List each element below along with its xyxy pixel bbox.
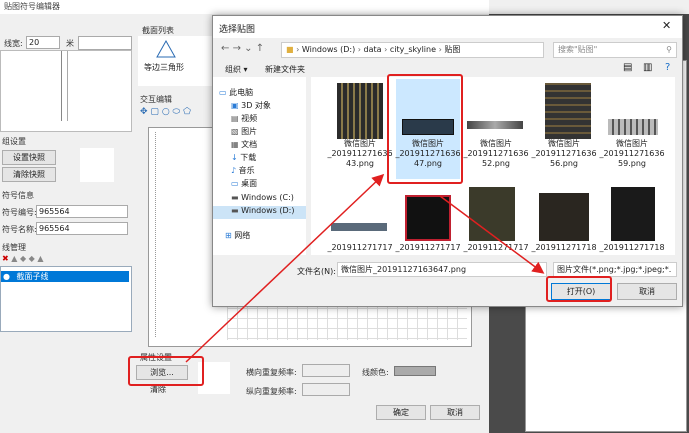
annotation-arrows	[185, 173, 545, 363]
